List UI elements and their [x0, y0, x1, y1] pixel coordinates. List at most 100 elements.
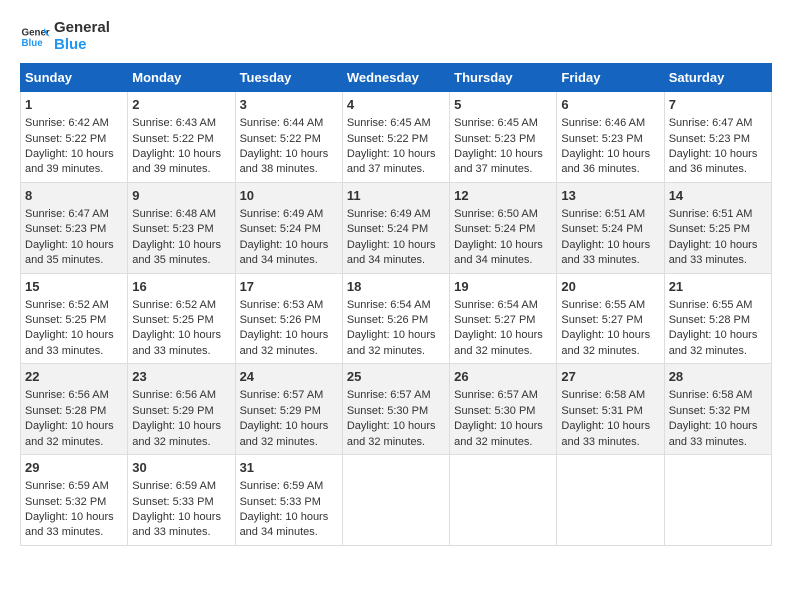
day-info: Sunrise: 6:44 AM Sunset: 5:22 PM Dayligh…	[240, 117, 329, 175]
day-number: 26	[454, 368, 552, 386]
calendar-cell	[557, 455, 664, 546]
calendar-cell: 24 Sunrise: 6:57 AM Sunset: 5:29 PM Dayli…	[235, 364, 342, 455]
day-info: Sunrise: 6:51 AM Sunset: 5:24 PM Dayligh…	[561, 208, 650, 266]
logo-general: General	[54, 20, 110, 37]
calendar-cell: 26 Sunrise: 6:57 AM Sunset: 5:30 PM Dayli…	[450, 364, 557, 455]
logo: General Blue General Blue	[20, 20, 110, 53]
day-number: 31	[240, 459, 338, 477]
day-info: Sunrise: 6:56 AM Sunset: 5:28 PM Dayligh…	[25, 389, 114, 447]
day-info: Sunrise: 6:56 AM Sunset: 5:29 PM Dayligh…	[132, 389, 221, 447]
day-number: 30	[132, 459, 230, 477]
week-row-4: 22 Sunrise: 6:56 AM Sunset: 5:28 PM Dayli…	[21, 364, 772, 455]
calendar-cell: 12Sunrise: 6:50 AM Sunset: 5:24 PM Dayli…	[450, 182, 557, 273]
day-number: 16	[132, 278, 230, 296]
day-info: Sunrise: 6:50 AM Sunset: 5:24 PM Dayligh…	[454, 208, 543, 266]
day-number: 14	[669, 187, 767, 205]
day-info: Sunrise: 6:58 AM Sunset: 5:32 PM Dayligh…	[669, 389, 758, 447]
day-info: Sunrise: 6:52 AM Sunset: 5:25 PM Dayligh…	[132, 299, 221, 357]
day-number: 24	[240, 368, 338, 386]
day-info: Sunrise: 6:48 AM Sunset: 5:23 PM Dayligh…	[132, 208, 221, 266]
day-number: 15	[25, 278, 123, 296]
day-info: Sunrise: 6:59 AM Sunset: 5:32 PM Dayligh…	[25, 480, 114, 538]
week-row-1: 1Sunrise: 6:42 AM Sunset: 5:22 PM Daylig…	[21, 92, 772, 183]
calendar-cell: 1Sunrise: 6:42 AM Sunset: 5:22 PM Daylig…	[21, 92, 128, 183]
day-info: Sunrise: 6:59 AM Sunset: 5:33 PM Dayligh…	[240, 480, 329, 538]
day-number: 29	[25, 459, 123, 477]
calendar-cell: 13 Sunrise: 6:51 AM Sunset: 5:24 PM Dayli…	[557, 182, 664, 273]
logo-blue: Blue	[54, 37, 110, 54]
calendar-cell: 5 Sunrise: 6:45 AM Sunset: 5:23 PM Daylig…	[450, 92, 557, 183]
calendar-cell: 9 Sunrise: 6:48 AM Sunset: 5:23 PM Daylig…	[128, 182, 235, 273]
calendar-header: SundayMondayTuesdayWednesdayThursdayFrid…	[21, 64, 772, 92]
logo-icon: General Blue	[20, 22, 50, 52]
calendar-cell: 17 Sunrise: 6:53 AM Sunset: 5:26 PM Dayli…	[235, 273, 342, 364]
week-row-2: 8Sunrise: 6:47 AM Sunset: 5:23 PM Daylig…	[21, 182, 772, 273]
day-number: 1	[25, 96, 123, 114]
day-number: 11	[347, 187, 445, 205]
day-number: 20	[561, 278, 659, 296]
calendar-cell: 19Sunrise: 6:54 AM Sunset: 5:27 PM Dayli…	[450, 273, 557, 364]
calendar-cell: 31 Sunrise: 6:59 AM Sunset: 5:33 PM Dayli…	[235, 455, 342, 546]
header-wednesday: Wednesday	[342, 64, 449, 92]
calendar-cell: 15 Sunrise: 6:52 AM Sunset: 5:25 PM Dayli…	[21, 273, 128, 364]
calendar-cell: 8Sunrise: 6:47 AM Sunset: 5:23 PM Daylig…	[21, 182, 128, 273]
day-number: 25	[347, 368, 445, 386]
day-info: Sunrise: 6:58 AM Sunset: 5:31 PM Dayligh…	[561, 389, 650, 447]
calendar-cell: 16 Sunrise: 6:52 AM Sunset: 5:25 PM Dayli…	[128, 273, 235, 364]
week-row-3: 15 Sunrise: 6:52 AM Sunset: 5:25 PM Dayli…	[21, 273, 772, 364]
day-info: Sunrise: 6:55 AM Sunset: 5:27 PM Dayligh…	[561, 299, 650, 357]
day-number: 22	[25, 368, 123, 386]
day-info: Sunrise: 6:51 AM Sunset: 5:25 PM Dayligh…	[669, 208, 758, 266]
calendar-cell: 6 Sunrise: 6:46 AM Sunset: 5:23 PM Daylig…	[557, 92, 664, 183]
day-number: 13	[561, 187, 659, 205]
calendar-cell: 14 Sunrise: 6:51 AM Sunset: 5:25 PM Dayli…	[664, 182, 771, 273]
calendar-table: SundayMondayTuesdayWednesdayThursdayFrid…	[20, 63, 772, 546]
day-number: 9	[132, 187, 230, 205]
calendar-cell: 29 Sunrise: 6:59 AM Sunset: 5:32 PM Dayli…	[21, 455, 128, 546]
day-info: Sunrise: 6:59 AM Sunset: 5:33 PM Dayligh…	[132, 480, 221, 538]
day-number: 27	[561, 368, 659, 386]
calendar-cell: 18Sunrise: 6:54 AM Sunset: 5:26 PM Dayli…	[342, 273, 449, 364]
day-info: Sunrise: 6:45 AM Sunset: 5:23 PM Dayligh…	[454, 117, 543, 175]
header-tuesday: Tuesday	[235, 64, 342, 92]
day-info: Sunrise: 6:57 AM Sunset: 5:30 PM Dayligh…	[454, 389, 543, 447]
day-info: Sunrise: 6:54 AM Sunset: 5:26 PM Dayligh…	[347, 299, 436, 357]
day-info: Sunrise: 6:57 AM Sunset: 5:30 PM Dayligh…	[347, 389, 436, 447]
calendar-cell: 30 Sunrise: 6:59 AM Sunset: 5:33 PM Dayli…	[128, 455, 235, 546]
calendar-cell: 11 Sunrise: 6:49 AM Sunset: 5:24 PM Dayli…	[342, 182, 449, 273]
calendar-cell: 27 Sunrise: 6:58 AM Sunset: 5:31 PM Dayli…	[557, 364, 664, 455]
svg-text:Blue: Blue	[22, 38, 44, 49]
day-number: 21	[669, 278, 767, 296]
day-number: 5	[454, 96, 552, 114]
header-thursday: Thursday	[450, 64, 557, 92]
header-sunday: Sunday	[21, 64, 128, 92]
calendar-cell	[450, 455, 557, 546]
day-number: 19	[454, 278, 552, 296]
header-saturday: Saturday	[664, 64, 771, 92]
calendar-cell: 22 Sunrise: 6:56 AM Sunset: 5:28 PM Dayli…	[21, 364, 128, 455]
header-monday: Monday	[128, 64, 235, 92]
week-row-5: 29 Sunrise: 6:59 AM Sunset: 5:32 PM Dayli…	[21, 455, 772, 546]
calendar-cell: 28Sunrise: 6:58 AM Sunset: 5:32 PM Dayli…	[664, 364, 771, 455]
day-info: Sunrise: 6:49 AM Sunset: 5:24 PM Dayligh…	[347, 208, 436, 266]
calendar-cell: 21Sunrise: 6:55 AM Sunset: 5:28 PM Dayli…	[664, 273, 771, 364]
day-number: 23	[132, 368, 230, 386]
day-info: Sunrise: 6:53 AM Sunset: 5:26 PM Dayligh…	[240, 299, 329, 357]
day-number: 17	[240, 278, 338, 296]
day-info: Sunrise: 6:45 AM Sunset: 5:22 PM Dayligh…	[347, 117, 436, 175]
day-info: Sunrise: 6:49 AM Sunset: 5:24 PM Dayligh…	[240, 208, 329, 266]
header-friday: Friday	[557, 64, 664, 92]
header: General Blue General Blue	[20, 20, 772, 53]
day-info: Sunrise: 6:57 AM Sunset: 5:29 PM Dayligh…	[240, 389, 329, 447]
day-info: Sunrise: 6:52 AM Sunset: 5:25 PM Dayligh…	[25, 299, 114, 357]
calendar-cell: 4 Sunrise: 6:45 AM Sunset: 5:22 PM Daylig…	[342, 92, 449, 183]
calendar-cell: 23 Sunrise: 6:56 AM Sunset: 5:29 PM Dayli…	[128, 364, 235, 455]
day-number: 3	[240, 96, 338, 114]
calendar-cell	[664, 455, 771, 546]
day-number: 6	[561, 96, 659, 114]
day-number: 4	[347, 96, 445, 114]
day-info: Sunrise: 6:43 AM Sunset: 5:22 PM Dayligh…	[132, 117, 221, 175]
day-number: 7	[669, 96, 767, 114]
day-info: Sunrise: 6:46 AM Sunset: 5:23 PM Dayligh…	[561, 117, 650, 175]
day-number: 8	[25, 187, 123, 205]
